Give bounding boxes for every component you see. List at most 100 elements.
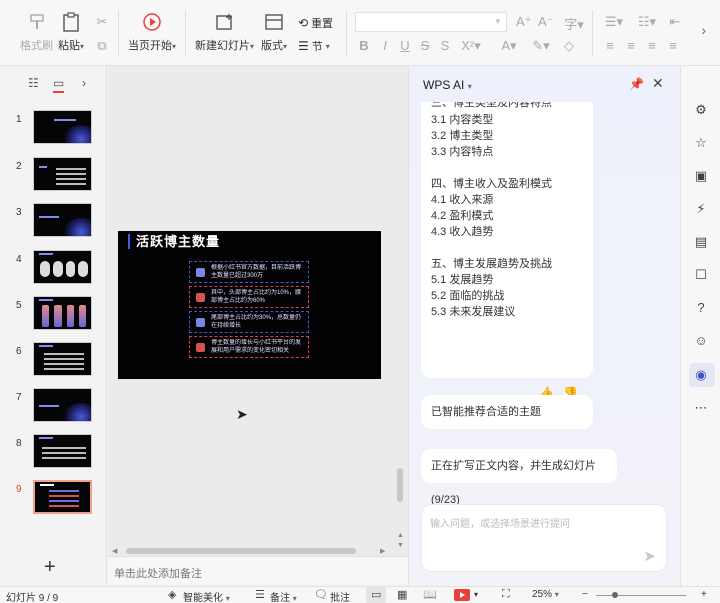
strikethrough-icon[interactable]: S	[418, 38, 432, 53]
zoom-in-icon[interactable]: +	[701, 589, 707, 600]
horizontal-scrollbar[interactable]: ◀ ▶	[112, 547, 388, 555]
thumbnail-row[interactable]: 5	[0, 296, 107, 334]
slide-item[interactable]: 根据小红书官方数据，目前活跃博主数量已超过300万	[189, 261, 309, 283]
thumbnail-row[interactable]: 3	[0, 203, 107, 241]
decrease-indent-icon[interactable]: ⇤	[668, 14, 682, 30]
underline-icon[interactable]: U	[398, 38, 412, 53]
current-slide[interactable]: 活跃博主数量 根据小红书官方数据，目前活跃博主数量已超过300万 其中，头部博主…	[118, 231, 381, 379]
slide-thumbnail[interactable]	[33, 342, 92, 376]
align-left-icon[interactable]: ≡	[603, 38, 617, 53]
chevron-right-icon[interactable]: ›	[701, 22, 706, 38]
thumbnail-row[interactable]: 2	[0, 157, 107, 195]
paste-button[interactable]: 粘贴▾	[58, 12, 84, 53]
thumbnail-row[interactable]: 6	[0, 342, 107, 380]
slide-item[interactable]: 其中，头部博主占比约为10%，腰部博主占比约为60%	[189, 286, 309, 308]
slide-thumbnail[interactable]	[33, 157, 92, 191]
transition-icon[interactable]: ⚡	[693, 201, 709, 217]
close-icon[interactable]: ✕	[652, 75, 664, 92]
more-icon[interactable]: ⋯	[693, 400, 709, 416]
vertical-scrollbar[interactable]: ▲ ▼	[396, 66, 404, 556]
grid-view-icon[interactable]: ▦	[397, 588, 407, 601]
fit-window-icon[interactable]: ⛶	[502, 588, 510, 601]
reading-view-icon[interactable]: 📖	[423, 588, 437, 601]
slide-thumbnail[interactable]	[33, 434, 92, 468]
notes-button[interactable]: 备注 ▾	[270, 589, 297, 603]
thumbnail-row[interactable]: 7	[0, 388, 107, 426]
slide-thumbnail[interactable]	[33, 203, 92, 237]
start-from-current-button[interactable]: 当页开始▾	[128, 12, 176, 53]
slide-thumbnail[interactable]	[33, 110, 92, 144]
chevron-up-icon[interactable]: ▲	[397, 532, 404, 539]
help-icon[interactable]: ?	[693, 300, 709, 315]
normal-view-icon[interactable]: ▭	[371, 588, 381, 601]
slide-view-icon[interactable]: ▭	[53, 76, 65, 93]
format-painter-button[interactable]: 格式刷	[20, 12, 53, 53]
align-center-icon[interactable]: ≡	[624, 38, 638, 53]
chevron-right-icon[interactable]: ›	[82, 76, 86, 90]
font-color-icon[interactable]: A▾	[498, 38, 520, 54]
thumbnail-row[interactable]: 8	[0, 434, 107, 472]
play-slideshow-icon[interactable]	[454, 589, 470, 601]
slide-number: 4	[16, 254, 22, 265]
font-family-select[interactable]: ▾	[355, 12, 507, 32]
slide-item[interactable]: 尾部博主占比约为30%，总数量仍在持续增长	[189, 311, 309, 333]
slide-canvas[interactable]: 活跃博主数量 根据小红书官方数据，目前活跃博主数量已超过300万 其中，头部博主…	[108, 66, 408, 556]
notes-area[interactable]: 单击此处添加备注	[108, 556, 408, 584]
shadow-icon[interactable]: S	[438, 38, 452, 53]
chevron-down-icon[interactable]: ▼	[397, 542, 404, 549]
smart-beautify-button[interactable]: 智能美化 ▾	[183, 589, 230, 603]
new-slide-button[interactable]: 新建幻灯片▾	[195, 12, 254, 53]
wps-ai-icon[interactable]: ◉	[693, 367, 709, 383]
image-icon[interactable]: ▣	[693, 168, 709, 184]
highlight-icon[interactable]: ✎▾	[530, 38, 552, 54]
slide-item[interactable]: 博主数量的增长与小红书平台的发展和用户需求的变化密切相关	[189, 336, 309, 358]
bullet-list-icon[interactable]: ☰▾	[603, 14, 625, 30]
slide-thumbnail[interactable]	[33, 250, 92, 284]
phonetic-icon[interactable]: 字▾	[563, 14, 585, 33]
add-slide-icon[interactable]: +	[44, 556, 56, 579]
scrollbar-thumb[interactable]	[397, 468, 403, 502]
bold-icon[interactable]: B	[357, 38, 371, 53]
thumbnail-row-active[interactable]: 9	[0, 480, 107, 518]
reset-button[interactable]: ⟲ 重置	[298, 15, 333, 31]
decrease-font-icon[interactable]: A⁻	[538, 14, 554, 30]
increase-font-icon[interactable]: A⁺	[516, 14, 532, 30]
chevron-right-icon[interactable]: ▶	[380, 547, 385, 555]
align-right-icon[interactable]: ≡	[645, 38, 659, 53]
italic-icon[interactable]: I	[378, 38, 392, 53]
thumbnail-row[interactable]: 1	[0, 110, 107, 148]
clear-format-icon[interactable]: ◇	[562, 38, 576, 54]
zoom-select[interactable]: 25% ▾	[532, 589, 559, 600]
outline-line: 5.3 未来发展建议	[431, 306, 516, 318]
justify-icon[interactable]: ≡	[666, 38, 680, 53]
ai-panel-title[interactable]: WPS AI ▾	[423, 78, 472, 92]
book-icon[interactable]: ☐	[693, 267, 709, 283]
chevron-down-icon[interactable]: ▾	[474, 590, 478, 599]
send-icon[interactable]: ➤	[643, 547, 656, 565]
scrollbar-thumb[interactable]	[126, 548, 356, 554]
section-button[interactable]: ☰ 节 ▾	[298, 38, 330, 54]
cut-icon[interactable]: ✂	[95, 14, 109, 30]
slide-title[interactable]: 活跃博主数量	[128, 234, 220, 249]
zoom-out-icon[interactable]: −	[582, 589, 588, 600]
star-icon[interactable]: ☆	[693, 135, 709, 151]
copy-icon[interactable]: ⧉	[95, 38, 109, 54]
chevron-left-icon[interactable]: ◀	[112, 547, 117, 555]
robot-icon[interactable]: ☺	[693, 333, 709, 348]
numbered-list-icon[interactable]: ☷▾	[636, 14, 658, 30]
comments-button[interactable]: 批注	[330, 589, 350, 603]
zoom-slider-knob[interactable]	[612, 592, 618, 598]
thumbnail-row[interactable]: 4	[0, 250, 107, 288]
wps-ai-panel: WPS AI ▾ 📌 ✕ 三、博主类型及内容特点 3.1 内容类型 3.2 博主…	[408, 66, 680, 586]
slide-thumbnail[interactable]	[33, 296, 92, 330]
template-icon[interactable]: ▤	[693, 234, 709, 250]
slide-thumbnail-active[interactable]	[33, 480, 92, 514]
superscript-icon[interactable]: X²▾	[460, 38, 482, 54]
adjust-icon[interactable]: ⚙	[693, 102, 709, 118]
zoom-slider-track[interactable]	[596, 595, 686, 596]
layout-button[interactable]: 版式▾	[261, 12, 287, 53]
ai-chat-input[interactable]: 输入问题，或选择场景进行提问 ➤	[421, 504, 667, 572]
outline-view-icon[interactable]: ☷	[28, 76, 39, 90]
pin-icon[interactable]: 📌	[629, 77, 644, 91]
slide-thumbnail[interactable]	[33, 388, 92, 422]
